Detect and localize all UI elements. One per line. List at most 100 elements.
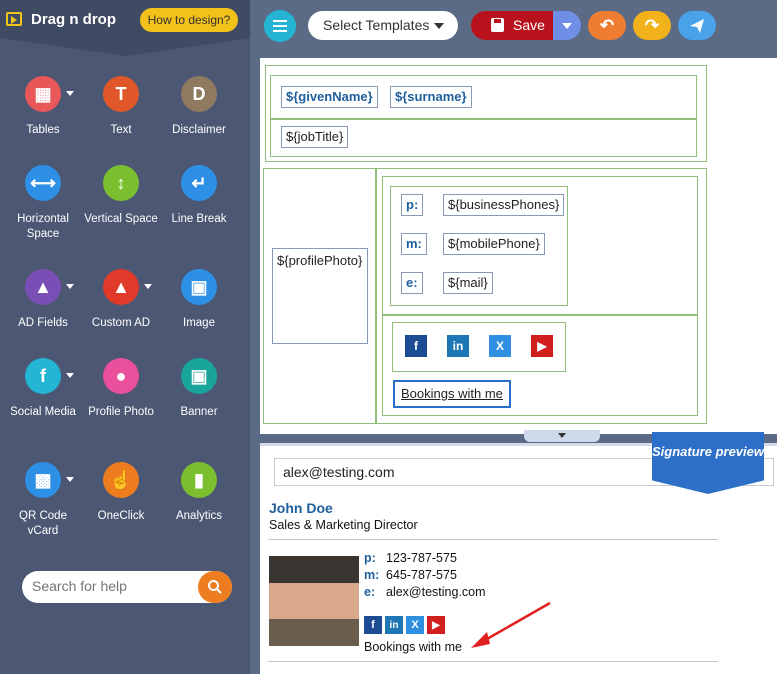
tool-table[interactable]: ▦ Tables	[4, 76, 82, 138]
tool-qr-code[interactable]: ▩ QR Code vCard	[4, 462, 82, 539]
profile-photo-placeholder[interactable]: ${profilePhoto}	[272, 248, 368, 344]
how-to-design-button[interactable]: How to design?	[140, 8, 238, 32]
select-templates-label: Select Templates	[323, 17, 430, 33]
divider	[375, 168, 377, 424]
divider	[270, 118, 697, 120]
chevron-down-icon[interactable]	[66, 284, 74, 289]
tool-banner[interactable]: ▣ Banner	[160, 358, 238, 420]
signature-preview: alex@testing.com Signature preview John …	[260, 432, 777, 674]
analytics-icon: ▮	[181, 462, 217, 498]
banner-icon: ▣	[181, 358, 217, 394]
send-button[interactable]	[678, 11, 716, 40]
collapse-toggle[interactable]	[524, 430, 600, 442]
preview-contact-key: e:	[364, 585, 376, 599]
disclaimer-icon: D	[181, 76, 217, 112]
qr-code-icon: ▩	[25, 462, 61, 498]
tool-label: Banner	[180, 406, 218, 418]
tool-profile-photo[interactable]: ● Profile Photo	[82, 358, 160, 420]
chevron-down-icon[interactable]	[144, 284, 152, 289]
job-title-field[interactable]: ${jobTitle}	[281, 126, 349, 148]
tool-social-media[interactable]: f Social Media	[4, 358, 82, 420]
x-twitter-icon[interactable]: X	[406, 616, 424, 634]
tool-vertical-space[interactable]: ↕ Vertical Space	[82, 165, 160, 227]
undo-icon: ↶	[599, 15, 615, 35]
save-icon	[491, 18, 504, 32]
tool-label: Custom AD	[91, 317, 151, 329]
save-label: Save	[513, 17, 545, 33]
tool-label: Profile Photo	[88, 406, 154, 418]
tool-horizontal-space[interactable]: ⟷ Horizontal Space	[4, 165, 82, 242]
tool-label: Horizontal Space	[17, 213, 69, 240]
tool-label: Image	[183, 317, 215, 329]
tool-label: Vertical Space	[84, 213, 158, 225]
divider	[268, 661, 718, 662]
tool-ad-fields[interactable]: ▲ AD Fields	[4, 269, 82, 331]
chevron-down-icon	[434, 23, 444, 29]
tool-label: Social Media	[10, 406, 76, 418]
vertical-space-icon: ↕	[103, 165, 139, 201]
redo-icon: ↷	[644, 15, 660, 35]
tool-label: QR Code vCard	[19, 510, 67, 537]
contact-key: p:	[401, 194, 424, 216]
x-twitter-icon[interactable]: X	[489, 335, 511, 357]
help-search-input[interactable]	[32, 578, 192, 594]
redo-button[interactable]: ↷	[633, 11, 671, 40]
facebook-icon[interactable]: f	[405, 335, 427, 357]
tool-image[interactable]: ▣ Image	[160, 269, 238, 331]
tool-disclaimer[interactable]: D Disclaimer	[160, 76, 238, 138]
profile-photo	[269, 556, 359, 646]
preview-contact-key: p:	[364, 551, 376, 565]
preview-title: Sales & Marketing Director	[269, 518, 418, 532]
save-button[interactable]: Save	[471, 11, 553, 40]
table-icon: ▦	[25, 76, 61, 112]
chevron-down-icon[interactable]	[66, 91, 74, 96]
tool-text[interactable]: T Text	[82, 76, 160, 138]
social-media-icon: f	[25, 358, 61, 394]
help-search	[22, 571, 232, 603]
chevron-down-icon[interactable]	[66, 373, 74, 378]
signature-builder: ${givenName} ${surname} ${jobTitle} ${pr…	[260, 58, 777, 434]
search-button[interactable]	[198, 571, 232, 603]
linkedin-icon[interactable]: in	[385, 616, 403, 634]
sidebar-title: Drag n drop	[31, 11, 116, 28]
send-icon	[690, 18, 704, 33]
tool-label: Disclaimer	[172, 124, 226, 136]
youtube-icon[interactable]: ▶	[427, 616, 445, 634]
preview-bookings-link[interactable]: Bookings with me	[364, 640, 462, 654]
tool-label: Analytics	[175, 510, 223, 522]
annotation-arrow-icon	[471, 601, 551, 648]
search-icon	[208, 580, 222, 594]
youtube-icon[interactable]: ▶	[531, 335, 553, 357]
facebook-icon[interactable]: f	[364, 616, 382, 634]
contact-key: e:	[401, 272, 423, 294]
ad-fields-icon: ▲	[25, 269, 61, 305]
tool-custom-ad[interactable]: ▲ Custom AD	[82, 269, 160, 331]
given-name-field[interactable]: ${givenName}	[281, 86, 378, 108]
tool-line-break[interactable]: ↵ Line Break	[160, 165, 238, 227]
surname-field[interactable]: ${surname}	[390, 86, 472, 108]
linkedin-icon[interactable]: in	[447, 335, 469, 357]
save-options-dropdown[interactable]	[553, 11, 581, 40]
preview-contact-value: 645-787-575	[386, 568, 457, 582]
contact-value-field[interactable]: ${mobilePhone}	[443, 233, 545, 255]
toolbar: Select Templates Save ↶ ↷	[250, 0, 777, 52]
preview-name: John Doe	[269, 500, 333, 516]
tool-analytics[interactable]: ▮ Analytics	[160, 462, 238, 524]
bookings-link[interactable]: Bookings with me	[393, 380, 511, 408]
contact-value-field[interactable]: ${mail}	[443, 272, 493, 294]
menu-button[interactable]	[264, 10, 296, 42]
tool-label: Line Break	[171, 213, 227, 225]
text-icon: T	[103, 76, 139, 112]
tool-label: Text	[110, 124, 132, 136]
undo-button[interactable]: ↶	[588, 11, 626, 40]
preview-contact-value: 123-787-575	[386, 551, 457, 565]
preview-contact-value: alex@testing.com	[386, 585, 486, 599]
contact-value-field[interactable]: ${businessPhones}	[443, 194, 565, 216]
contact-key: m:	[401, 233, 427, 255]
drag-drop-icon	[6, 12, 22, 26]
chevron-down-icon[interactable]	[66, 477, 74, 482]
image-icon: ▣	[181, 269, 217, 305]
tool-label: Tables	[26, 124, 60, 136]
tool-oneclick[interactable]: ☝ OneClick	[82, 462, 160, 524]
select-templates-dropdown[interactable]: Select Templates	[308, 11, 458, 40]
